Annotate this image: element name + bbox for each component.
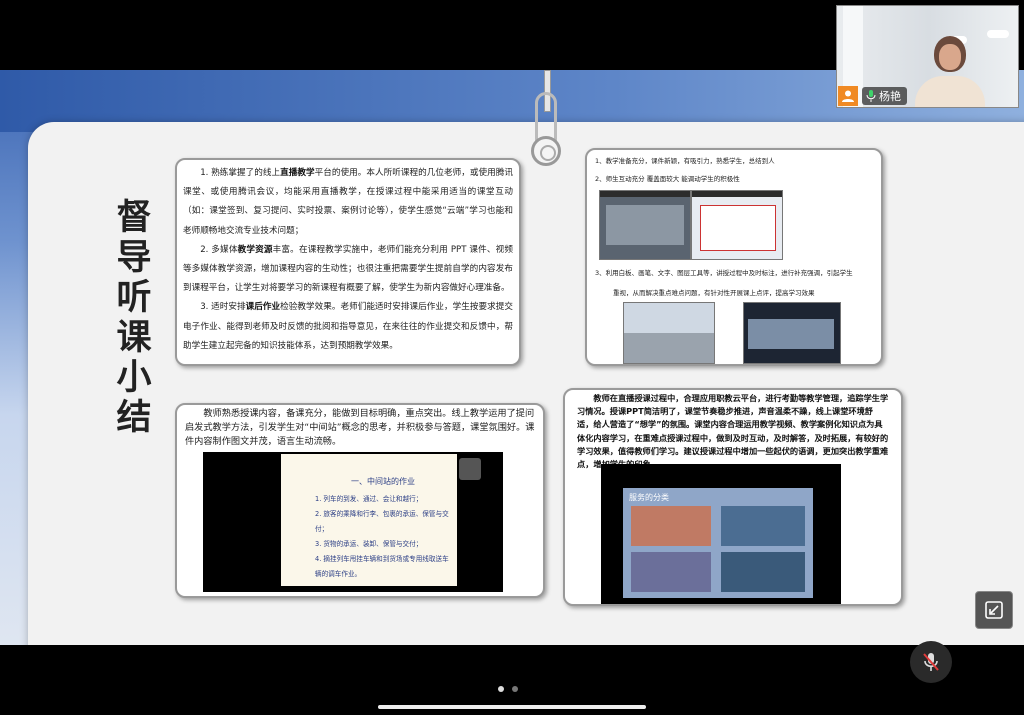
panel3-text: 教师熟悉授课内容，备课充分，能做到目标明确，重点突出。线上教学运用了提问启发式教… (185, 408, 535, 447)
summary-point-3: 3. 适时安排课后作业检验教学效果。老师们能适时安排课后作业，学生按要求提交电子… (183, 302, 513, 351)
slide-title: 督导听课小结 (116, 197, 152, 438)
microphone-muted-icon (923, 653, 939, 671)
screenshot-thumbnail-2 (691, 190, 783, 260)
clip-ring-icon (531, 136, 561, 166)
class-slide: 服务的分类 (623, 488, 813, 598)
panel2-line-2: 2、师生互动充分 覆盖面较大 能调动学生的积极性 (595, 175, 740, 183)
summary-panel-2: 1、教学准备充分，课件新颖，有吸引力，熟悉学生，总结到人 2、师生互动充分 覆盖… (585, 148, 883, 366)
screenshot-thumbnail-4 (743, 302, 841, 364)
exit-fullscreen-button[interactable] (975, 591, 1013, 629)
participant-video (915, 36, 985, 107)
participant-name-tag: 杨艳 (838, 86, 907, 106)
summary-point-1: 1. 熟练掌握了的线上直播教学平台的使用。本人所听课程的几位老师，或使用腾讯课堂… (183, 168, 513, 236)
microphone-icon (866, 90, 876, 102)
participant-label: 杨艳 (862, 87, 907, 105)
page-dot-1[interactable] (498, 686, 504, 692)
panel2-line-1: 1、教学准备充分，课件新颖，有吸引力，熟悉学生，总结到人 (595, 157, 775, 165)
person-icon (838, 86, 858, 106)
lecture-slide-items: 1. 列车的到发、通过、会让和越行； 2. 旅客的乘降和行李、包裹的承运、保管与… (315, 495, 449, 578)
page-dot-2[interactable] (512, 686, 518, 692)
panel2-line-4: 重视，从而解决重点难点问题，有针对性开展课上点评，提高学习效果 (613, 289, 815, 297)
participant-name: 杨艳 (879, 90, 901, 103)
class-slide-header: 服务的分类 (629, 493, 669, 502)
summary-panel-1: 1. 熟练掌握了的线上直播教学平台的使用。本人所听课程的几位老师，或使用腾讯课堂… (175, 158, 521, 366)
page-indicator[interactable] (498, 686, 518, 692)
exit-fullscreen-icon (985, 601, 1003, 619)
panel2-line-3: 3、利用白板、画笔、文字、图层工具等，讲授过程中及时标注，进行补充强调，引起学生 (595, 269, 853, 277)
microphone-mute-button[interactable] (910, 641, 952, 683)
summary-panel-3: 教师熟悉授课内容，备课充分，能做到目标明确，重点突出。线上教学运用了提问启发式教… (175, 403, 545, 598)
screenshot-thumbnail-1 (599, 190, 691, 260)
class-video-frame: 服务的分类 (601, 464, 841, 604)
summary-panel-4: 教师在直播授课过程中，合理应用职教云平台，进行考勤等教学管理，追踪学生学习情况。… (563, 388, 903, 606)
lecture-slide-header: 一、中间站的作业 (351, 477, 415, 486)
panel4-text: 教师在直播授课过程中，合理应用职教云平台，进行考勤等教学管理，追踪学生学习情况。… (577, 393, 889, 470)
screenshot-thumbnail-3 (623, 302, 715, 364)
home-indicator[interactable] (378, 705, 646, 709)
lecture-video-frame: 一、中间站的作业 1. 列车的到发、通过、会让和越行； 2. 旅客的乘降和行李、… (203, 452, 503, 592)
summary-point-2: 2. 多媒体教学资源丰富。在课程教学实施中，老师们能充分利用 PPT 课件、视频… (183, 244, 513, 294)
lecture-slide: 一、中间站的作业 1. 列车的到发、通过、会让和越行； 2. 旅客的乘降和行李、… (281, 454, 457, 586)
presenter-thumbnail (459, 458, 481, 480)
